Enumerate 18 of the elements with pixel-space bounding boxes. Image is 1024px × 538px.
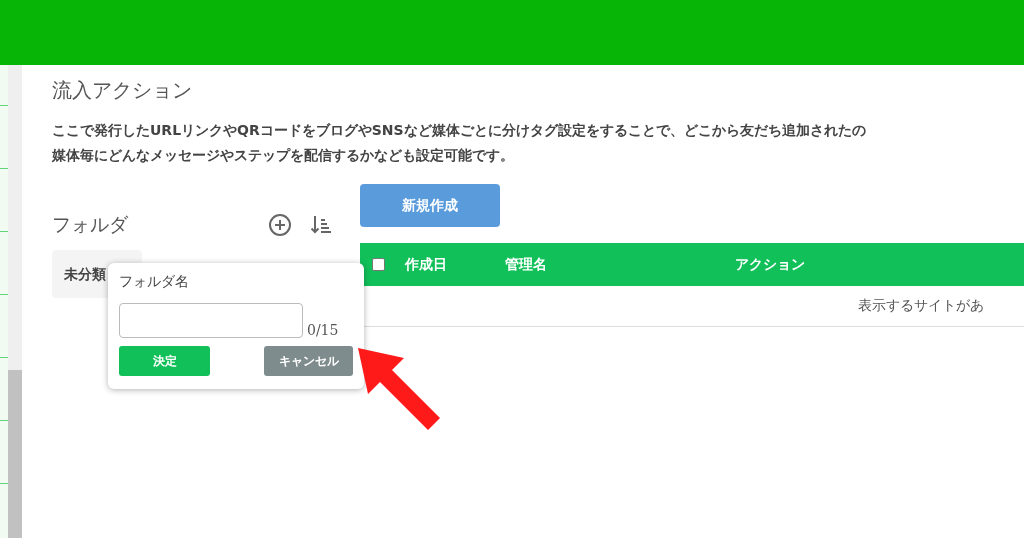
folder-name-field[interactable] (119, 303, 303, 338)
empty-message: 表示するサイトがあ (858, 297, 984, 315)
cancel-button[interactable]: キャンセル (264, 346, 353, 376)
new-button[interactable]: 新規作成 (360, 184, 500, 227)
page-title: 流入アクション (52, 77, 193, 104)
sort-icon[interactable] (310, 214, 332, 236)
scrollbar[interactable] (8, 65, 22, 538)
select-all-checkbox[interactable] (372, 258, 385, 271)
confirm-button[interactable]: 決定 (119, 346, 210, 376)
column-header[interactable]: 管理名 (505, 255, 735, 274)
description-line: ここで発行したURLリンクやQRコードをブログやSNSなど媒体ごとに分けタグ設定をすることで、どこから友だち追加されたの (52, 121, 867, 140)
folder-heading: フォルダ (52, 212, 128, 237)
column-header[interactable]: 作成日 (405, 255, 505, 274)
description-line: 媒体毎にどんなメッセージやステップを配信するかなども設定可能です。 (52, 146, 515, 165)
add-icon[interactable] (268, 213, 292, 237)
scrollbar-thumb[interactable] (8, 370, 22, 538)
character-counter: 0/15 (307, 322, 339, 338)
column-header[interactable]: アクション (735, 255, 835, 274)
